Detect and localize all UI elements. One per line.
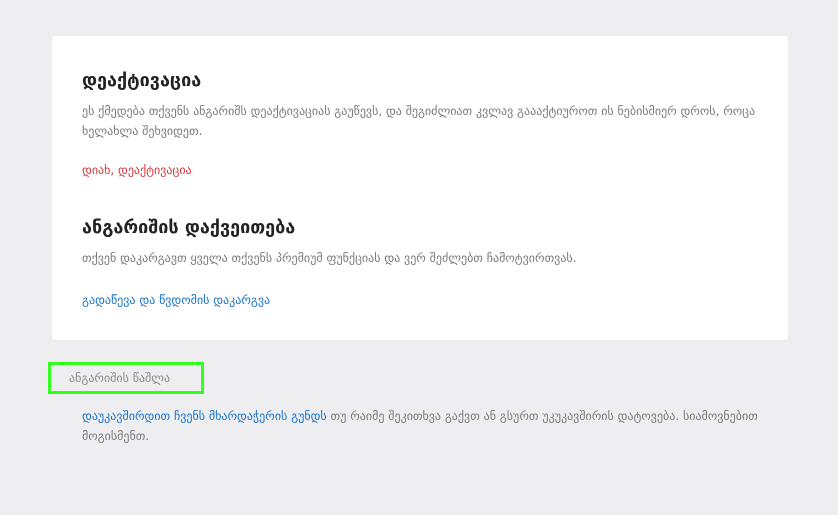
- settings-card: დეაქტივაცია ეს ქმედება თქვენს ანგარიშს დ…: [52, 36, 788, 340]
- support-message: დაუკავშირდით ჩვენს მხარდაჭერის გუნდს თუ …: [82, 406, 782, 446]
- downgrade-description: თქვენ დაკარგავთ ყველა თქვენს პრემიუმ ფუნ…: [82, 251, 577, 265]
- contact-support-link[interactable]: დაუკავშირდით ჩვენს მხარდაჭერის გუნდს: [82, 409, 327, 423]
- deactivation-description: ეს ქმედება თქვენს ანგარიშს დეაქტივაციას …: [82, 104, 756, 138]
- downgrade-section: ანგარიშის დაქვეითება თქვენ დაკარგავთ ყვე…: [82, 217, 758, 308]
- deactivation-section: დეაქტივაცია ეს ქმედება თქვენს ანგარიშს დ…: [82, 70, 758, 178]
- confirm-deactivation-link[interactable]: დიახ, დეაქტივაცია: [82, 162, 192, 178]
- deactivation-title: დეაქტივაცია: [82, 70, 202, 91]
- downgrade-title: ანგარიშის დაქვეითება: [82, 217, 296, 238]
- downgrade-link[interactable]: გადაწევა და წვდომის დაკარგვა: [82, 292, 270, 308]
- delete-account-button[interactable]: ანგარიშის წაშლა: [48, 362, 204, 394]
